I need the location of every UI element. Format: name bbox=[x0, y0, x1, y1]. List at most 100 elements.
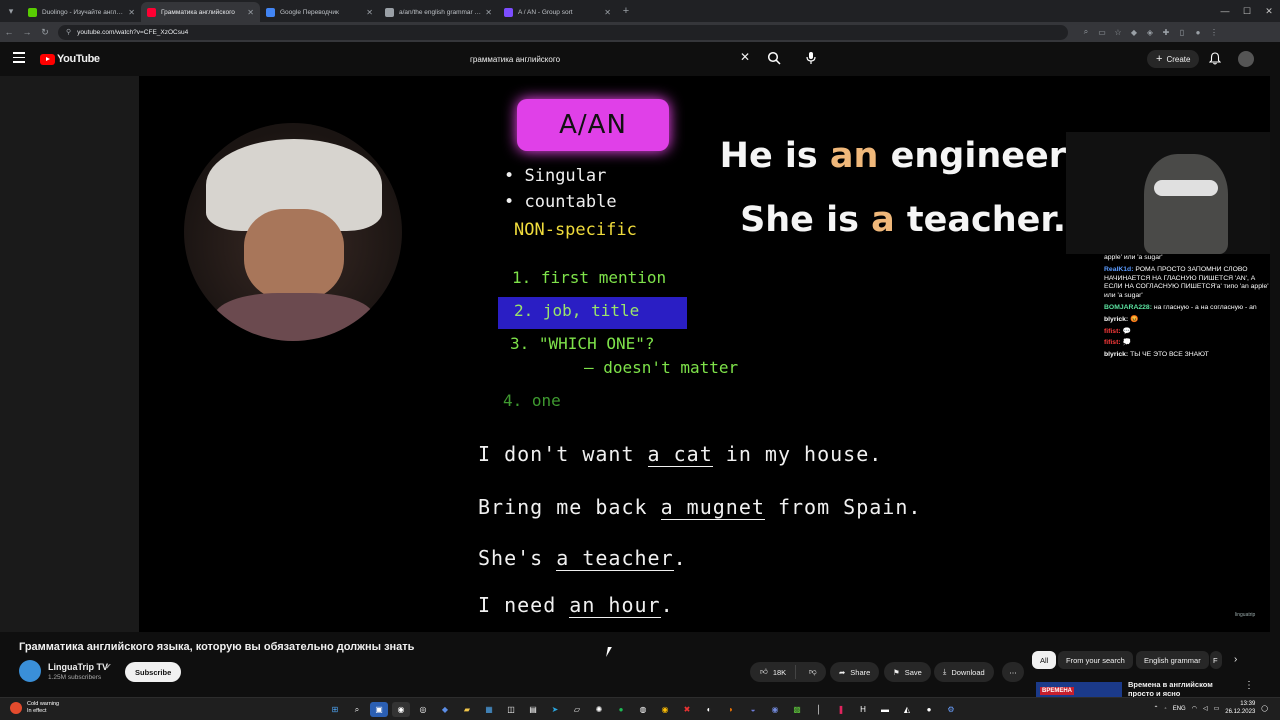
file-explorer-icon[interactable]: ▰ bbox=[458, 702, 476, 717]
browser-tab-strip: ▾ Duolingo - Изучайте английск ✕ Грамматик… bbox=[0, 0, 1280, 22]
close-window-icon[interactable]: ✕ bbox=[1258, 0, 1280, 22]
app-icon[interactable]: ▦ bbox=[480, 702, 498, 717]
forward-icon[interactable]: → bbox=[18, 27, 36, 37]
browser-tab[interactable]: A / AN - Group sort ✕ bbox=[498, 2, 617, 22]
site-info-icon[interactable]: ⚲ bbox=[66, 28, 71, 36]
language-indicator[interactable]: ENG bbox=[1173, 706, 1186, 712]
start-windows-icon[interactable]: ⊞ bbox=[326, 702, 344, 717]
notifications-icon[interactable]: ◯ bbox=[1261, 705, 1268, 712]
bookmark-star-icon[interactable]: ☆ bbox=[1110, 25, 1126, 39]
search-input[interactable]: грамматика английского bbox=[462, 49, 762, 69]
sidebar-icon[interactable]: ▯ bbox=[1174, 25, 1190, 39]
app-icon[interactable]: ◍ bbox=[634, 702, 652, 717]
dislike-button[interactable]: 👎︎ bbox=[801, 667, 817, 677]
app-icon[interactable]: ✖ bbox=[678, 702, 696, 717]
address-bar[interactable]: ⚲ youtube.com/watch?v=CFE_XzOCsu4 bbox=[58, 24, 1068, 40]
search-icon[interactable]: ⌕ bbox=[348, 702, 366, 717]
extension-icon[interactable]: ◆ bbox=[1126, 25, 1142, 39]
chat-username[interactable]: BOMJARA228: bbox=[1104, 304, 1152, 311]
cast-icon[interactable]: ▭ bbox=[1094, 25, 1110, 39]
discord-icon[interactable]: ◉ bbox=[766, 702, 784, 717]
more-actions-icon[interactable]: ⋯ bbox=[1002, 662, 1024, 682]
app-icon[interactable]: ▱ bbox=[568, 702, 586, 717]
app-icon[interactable]: ◉ bbox=[392, 702, 410, 717]
channel-name[interactable]: LinguaTrip TV bbox=[48, 662, 108, 672]
new-tab-button[interactable]: + bbox=[617, 5, 635, 17]
telegram-icon[interactable]: ➤ bbox=[546, 702, 564, 717]
like-button[interactable]: 👍︎ 18K bbox=[750, 665, 796, 679]
channel-avatar[interactable] bbox=[19, 660, 41, 682]
clock[interactable]: 13:39 26.12.2023 bbox=[1225, 701, 1255, 716]
tab-close-icon[interactable]: ✕ bbox=[247, 8, 254, 17]
tab-close-icon[interactable]: ✕ bbox=[604, 8, 611, 17]
chat-username[interactable]: blyrick: bbox=[1104, 316, 1128, 323]
app-icon[interactable]: ▤ bbox=[524, 702, 542, 717]
chat-username[interactable]: blyrick: bbox=[1104, 351, 1128, 358]
create-button[interactable]: + Create bbox=[1147, 50, 1200, 68]
minecraft-icon[interactable]: ▩ bbox=[788, 702, 806, 717]
app-icon[interactable]: ◆ bbox=[436, 702, 454, 717]
browser-tab[interactable]: Duolingo - Изучайте английск ✕ bbox=[22, 2, 141, 22]
clear-search-icon[interactable]: ✕ bbox=[740, 50, 750, 64]
zoom-icon[interactable]: ⌕ bbox=[1078, 25, 1094, 39]
extensions-puzzle-icon[interactable]: ✚ bbox=[1158, 25, 1174, 39]
app-icon[interactable]: ◗ bbox=[722, 702, 740, 717]
guide-menu-icon[interactable] bbox=[13, 52, 25, 64]
chevron-right-icon[interactable]: › bbox=[1234, 654, 1237, 665]
download-button[interactable]: ⤓ Download bbox=[934, 662, 994, 682]
maximize-icon[interactable]: ☐ bbox=[1236, 0, 1258, 22]
app-icon[interactable]: ▬ bbox=[876, 702, 894, 717]
app-icon[interactable]: ◭ bbox=[898, 702, 916, 717]
chat-username[interactable]: fifist: bbox=[1104, 328, 1121, 335]
profile-icon[interactable]: ● bbox=[1190, 25, 1206, 39]
search-icon[interactable] bbox=[767, 51, 781, 65]
app-icon[interactable]: ◒ bbox=[744, 702, 762, 717]
chip-english-grammar[interactable]: English grammar bbox=[1136, 651, 1209, 669]
tab-close-icon[interactable]: ✕ bbox=[366, 8, 373, 17]
app-icon[interactable]: │ bbox=[810, 702, 828, 717]
chip-more[interactable]: F bbox=[1210, 651, 1222, 669]
youtube-logo[interactable]: YouTube bbox=[40, 53, 100, 65]
extension-icon[interactable]: ◈ bbox=[1142, 25, 1158, 39]
app-icon[interactable]: ❚ bbox=[832, 702, 850, 717]
reload-icon[interactable]: ↻ bbox=[36, 27, 54, 38]
save-button[interactable]: ⚑ Save bbox=[884, 662, 931, 682]
tab-search-icon[interactable]: ▾ bbox=[0, 0, 22, 22]
chat-username[interactable]: fifist: bbox=[1104, 339, 1121, 346]
browser-tab[interactable]: a/an/the english grammar gam ✕ bbox=[379, 2, 498, 22]
app-icon[interactable]: ✺ bbox=[590, 702, 608, 717]
browser-tab[interactable]: Грамматика английского ✕ bbox=[141, 2, 260, 22]
app-icon[interactable]: ◫ bbox=[502, 702, 520, 717]
notifications-bell-icon[interactable] bbox=[1209, 52, 1221, 65]
app-icon[interactable]: ◎ bbox=[414, 702, 432, 717]
chrome-icon[interactable]: ◉ bbox=[656, 702, 674, 717]
tray-app-icon[interactable]: ◦ bbox=[1165, 706, 1167, 712]
app-icon[interactable]: H bbox=[854, 702, 872, 717]
spotify-icon[interactable]: ● bbox=[612, 702, 630, 717]
chat-username[interactable]: RealK1d: bbox=[1104, 266, 1133, 273]
subscribe-button[interactable]: Subscribe bbox=[125, 662, 182, 682]
settings-gear-icon[interactable]: ⚙ bbox=[942, 702, 960, 717]
back-icon[interactable]: ← bbox=[0, 27, 18, 37]
chip-from-your-search[interactable]: From your search bbox=[1058, 651, 1133, 669]
browser-menu-icon[interactable]: ⋮ bbox=[1206, 25, 1222, 39]
wifi-icon[interactable]: ◠ bbox=[1192, 705, 1197, 712]
minimize-icon[interactable]: — bbox=[1214, 0, 1236, 22]
microphone-icon[interactable] bbox=[805, 51, 817, 65]
volume-icon[interactable]: ◁ bbox=[1203, 705, 1208, 712]
browser-tab[interactable]: Google Переводчик ✕ bbox=[260, 2, 379, 22]
tab-title: a/an/the english grammar gam bbox=[399, 8, 483, 16]
app-icon[interactable]: ◐ bbox=[700, 702, 718, 717]
task-view-icon[interactable]: ▣ bbox=[370, 702, 388, 717]
account-avatar[interactable] bbox=[1238, 51, 1254, 67]
video-player[interactable]: A/AN Singular countable NON-specific 1. … bbox=[0, 76, 1270, 632]
share-button[interactable]: ➦ Share bbox=[830, 662, 880, 682]
tab-close-icon[interactable]: ✕ bbox=[128, 8, 135, 17]
tab-close-icon[interactable]: ✕ bbox=[485, 8, 492, 17]
chip-all[interactable]: All bbox=[1032, 651, 1057, 669]
weather-widget[interactable]: Cold warning In effect bbox=[10, 701, 59, 715]
app-icon[interactable]: ● bbox=[920, 702, 938, 717]
tray-chevron-icon[interactable]: ⌃ bbox=[1154, 705, 1159, 712]
battery-icon[interactable]: ▭ bbox=[1214, 705, 1220, 712]
recommendation-menu-icon[interactable]: ⋮ bbox=[1244, 680, 1254, 691]
